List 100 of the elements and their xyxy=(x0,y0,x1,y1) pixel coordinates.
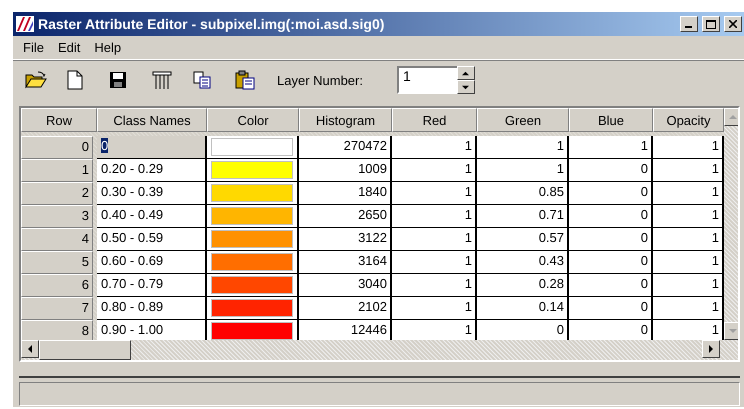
table-cell[interactable]: 1 xyxy=(653,228,724,251)
menu-item[interactable]: Help xyxy=(88,40,128,55)
paste-icon xyxy=(235,70,255,90)
table-cell[interactable]: 0.57 xyxy=(477,228,569,251)
menu-item[interactable]: File xyxy=(17,40,50,55)
table-cell[interactable]: 1 xyxy=(653,274,724,297)
table-cell[interactable]: 0.28 xyxy=(477,274,569,297)
table-cell[interactable]: 1 xyxy=(392,228,477,251)
column-icon xyxy=(151,70,173,90)
table-cell[interactable]: 0.60 - 0.69 xyxy=(97,251,207,274)
spin-up-button[interactable] xyxy=(456,66,475,80)
close-button[interactable] xyxy=(724,16,742,32)
vertical-scrollbar[interactable] xyxy=(724,108,738,340)
table-cell[interactable]: 0.70 - 0.79 xyxy=(97,274,207,297)
minimize-button[interactable] xyxy=(680,16,698,32)
table-cell[interactable]: 0 xyxy=(569,159,653,182)
table-cell[interactable]: 1 xyxy=(569,136,653,159)
color-cell[interactable] xyxy=(207,205,299,228)
table-cell[interactable]: 1 xyxy=(653,159,724,182)
row-number[interactable]: 3 xyxy=(21,205,93,228)
left-arrow-icon xyxy=(27,345,33,353)
table-cell[interactable]: 1 xyxy=(392,182,477,205)
table-cell[interactable]: 1 xyxy=(392,320,477,340)
color-cell[interactable] xyxy=(207,228,299,251)
table-cell[interactable]: 0.14 xyxy=(477,297,569,320)
column-header[interactable]: Opacity xyxy=(653,108,724,132)
table-cell[interactable]: 1 xyxy=(392,251,477,274)
table-cell[interactable]: 3040 xyxy=(299,274,392,297)
table-cell[interactable]: 0.30 - 0.39 xyxy=(97,182,207,205)
color-cell[interactable] xyxy=(207,274,299,297)
table-cell[interactable]: 3122 xyxy=(299,228,392,251)
table-cell[interactable]: 0.40 - 0.49 xyxy=(97,205,207,228)
maximize-icon xyxy=(706,20,716,28)
table-cell[interactable]: 0.20 - 0.29 xyxy=(97,159,207,182)
table-cell[interactable]: 0.43 xyxy=(477,251,569,274)
table-cell[interactable]: 1 xyxy=(653,251,724,274)
table-cell[interactable]: 0.90 - 1.00 xyxy=(97,320,207,340)
layer-number-label: Layer Number: xyxy=(277,72,363,88)
row-number[interactable]: 6 xyxy=(21,274,93,297)
table-cell[interactable]: 1840 xyxy=(299,182,392,205)
table-cell[interactable]: 1 xyxy=(392,159,477,182)
table-cell[interactable]: 0 xyxy=(569,182,653,205)
row-number[interactable]: 8 xyxy=(21,320,93,340)
table-cell[interactable]: 0 xyxy=(569,228,653,251)
table-cell[interactable]: 1 xyxy=(653,182,724,205)
column-header[interactable]: Red xyxy=(392,108,477,132)
table-cell[interactable]: 1 xyxy=(477,136,569,159)
row-number[interactable]: 4 xyxy=(21,228,93,251)
row-number[interactable]: 5 xyxy=(21,251,93,274)
color-cell[interactable] xyxy=(207,297,299,320)
color-cell[interactable] xyxy=(207,182,299,205)
table-cell[interactable]: 1 xyxy=(653,136,724,159)
row-number[interactable]: 7 xyxy=(21,297,93,320)
table-cell[interactable]: 1 xyxy=(392,274,477,297)
column-header[interactable]: Class Names xyxy=(97,108,207,132)
table-cell[interactable]: 1 xyxy=(653,297,724,320)
table-cell[interactable]: 0 xyxy=(569,320,653,340)
down-arrow-icon xyxy=(729,328,737,334)
table-cell[interactable]: 12446 xyxy=(299,320,392,340)
table-cell[interactable]: 1 xyxy=(477,159,569,182)
column-header[interactable]: Green xyxy=(477,108,569,132)
table-cell[interactable]: 0 xyxy=(569,297,653,320)
column-header[interactable]: Blue xyxy=(569,108,653,132)
table-cell[interactable]: 0.80 - 0.89 xyxy=(97,297,207,320)
table-cell[interactable]: 0.50 - 0.59 xyxy=(97,228,207,251)
menu-item[interactable]: Edit xyxy=(52,40,86,55)
table-cell[interactable]: 0 xyxy=(569,251,653,274)
table-cell[interactable]: 1009 xyxy=(299,159,392,182)
horizontal-scrollbar[interactable] xyxy=(21,340,738,360)
color-cell[interactable] xyxy=(207,251,299,274)
column-header[interactable]: Histogram xyxy=(299,108,392,132)
table-cell[interactable]: 1 xyxy=(392,136,477,159)
row-number[interactable]: 1 xyxy=(21,159,93,182)
copy-icon xyxy=(193,71,211,89)
table-cell[interactable]: 2650 xyxy=(299,205,392,228)
column-header[interactable]: Color xyxy=(207,108,299,132)
table-cell[interactable]: 1 xyxy=(653,320,724,340)
table-cell[interactable]: 3164 xyxy=(299,251,392,274)
table-cell[interactable]: 1 xyxy=(392,297,477,320)
table-cell[interactable]: 270472 xyxy=(299,136,392,159)
window-title: Raster Attribute Editor - subpixel.img(:moi.asd.sig0) xyxy=(38,16,386,32)
table-cell[interactable]: 0.85 xyxy=(477,182,569,205)
table-cell[interactable]: 0.71 xyxy=(477,205,569,228)
table-cell[interactable]: 0 xyxy=(97,136,207,159)
color-cell[interactable] xyxy=(207,320,299,340)
color-cell[interactable] xyxy=(207,159,299,182)
table-cell[interactable]: 0 xyxy=(569,205,653,228)
table-cell[interactable]: 0 xyxy=(477,320,569,340)
table-cell[interactable]: 0 xyxy=(569,274,653,297)
table-cell[interactable]: 2102 xyxy=(299,297,392,320)
table-cell[interactable]: 1 xyxy=(392,205,477,228)
down-arrow-icon xyxy=(462,84,470,90)
row-number[interactable]: 2 xyxy=(21,182,93,205)
color-cell[interactable] xyxy=(207,136,299,159)
layer-number-input[interactable]: 1 xyxy=(396,66,457,94)
row-number[interactable]: 0 xyxy=(21,136,93,159)
column-header[interactable]: Row xyxy=(21,108,97,132)
table-cell[interactable]: 1 xyxy=(653,205,724,228)
spin-down-button[interactable] xyxy=(456,80,475,94)
maximize-button[interactable] xyxy=(702,16,720,32)
